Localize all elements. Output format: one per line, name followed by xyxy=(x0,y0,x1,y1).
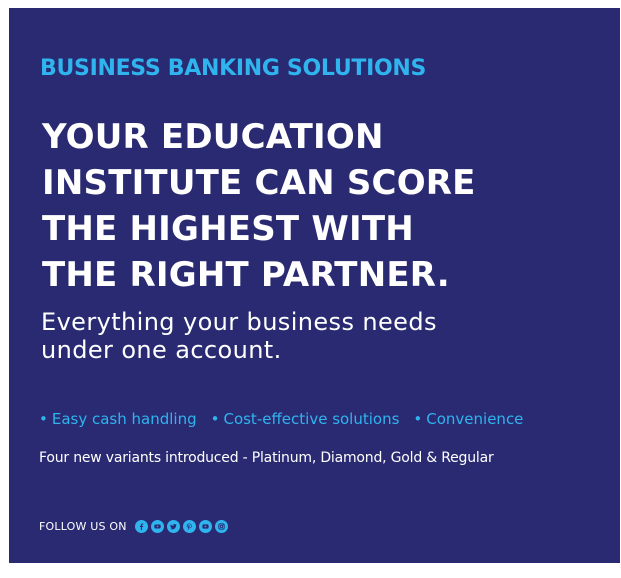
follow-us: FOLLOW US ON xyxy=(39,520,228,533)
ad-panel: BUSINESS BANKING SOLUTIONS YOUR EDUCATIO… xyxy=(9,8,620,563)
feature-item: Cost-effective solutions xyxy=(211,410,399,428)
subheadline: Everything your business needs under one… xyxy=(41,308,437,364)
eyebrow-title: BUSINESS BANKING SOLUTIONS xyxy=(40,56,427,81)
variants-text: Four new variants introduced - Platinum,… xyxy=(39,450,494,466)
feature-list: Easy cash handling Cost-effective soluti… xyxy=(39,410,524,428)
headline: YOUR EDUCATION INSTITUTE CAN SCORE THE H… xyxy=(42,114,476,298)
subhead-line: under one account. xyxy=(41,336,282,364)
social-icons xyxy=(134,520,228,533)
feature-item: Easy cash handling xyxy=(39,410,197,428)
headline-line: THE RIGHT PARTNER. xyxy=(42,255,450,295)
youtube-icon[interactable] xyxy=(150,520,164,533)
instagram-icon[interactable] xyxy=(214,520,228,533)
feature-item: Convenience xyxy=(413,410,523,428)
twitter-icon[interactable] xyxy=(166,520,180,533)
facebook-icon[interactable] xyxy=(134,520,148,533)
pinterest-icon[interactable] xyxy=(182,520,196,533)
headline-line: THE HIGHEST WITH xyxy=(42,209,414,249)
follow-label: FOLLOW US ON xyxy=(39,520,127,533)
headline-line: YOUR EDUCATION xyxy=(42,117,384,157)
headline-line: INSTITUTE CAN SCORE xyxy=(42,163,476,203)
subhead-line: Everything your business needs xyxy=(41,308,437,336)
video-icon[interactable] xyxy=(198,520,212,533)
